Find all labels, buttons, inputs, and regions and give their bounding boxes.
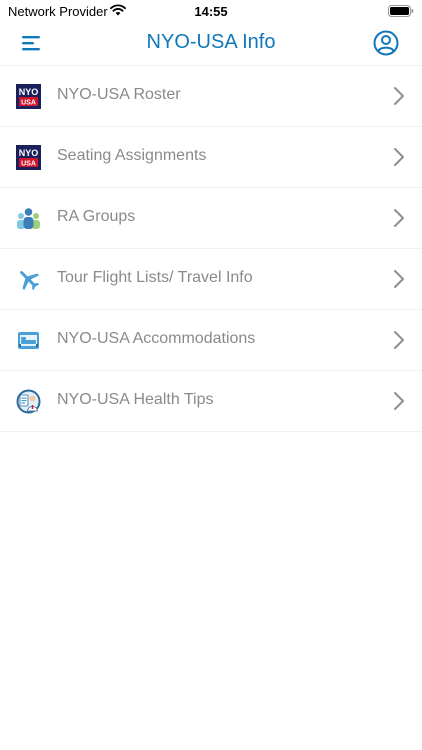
- list-item-accommodations[interactable]: NYO-USA Accommodations: [0, 310, 422, 371]
- list-item-label: RA Groups: [57, 208, 136, 225]
- nyo-usa-logo-icon: NYO USA: [16, 145, 41, 170]
- user-profile-icon[interactable]: [373, 30, 399, 56]
- status-bar: Network Provider 14:55: [0, 0, 422, 22]
- svg-text:NYO: NYO: [19, 148, 39, 158]
- chevron-right-icon: [394, 87, 404, 105]
- battery-icon: [388, 5, 414, 17]
- health-doctor-icon: [16, 389, 41, 414]
- svg-text:NYO: NYO: [19, 87, 39, 97]
- info-menu-list: NYO USA NYO-USA Roster NYO USA Seating A…: [0, 65, 422, 432]
- list-item-label: NYO-USA Roster: [57, 86, 181, 103]
- svg-text:USA: USA: [21, 100, 36, 107]
- page-title: NYO-USA Info: [146, 31, 276, 53]
- airplane-icon: [20, 271, 40, 291]
- list-item-label: NYO-USA Accommodations: [57, 330, 256, 347]
- chevron-right-icon: [394, 392, 404, 410]
- list-item-health-tips[interactable]: NYO-USA Health Tips: [0, 371, 422, 432]
- status-time: 14:55: [194, 4, 228, 19]
- chevron-right-icon: [394, 148, 404, 166]
- chevron-right-icon: [394, 209, 404, 227]
- nyo-usa-logo-icon: NYO USA: [16, 84, 41, 109]
- list-item-label: Tour Flight Lists/ Travel Info: [57, 269, 253, 286]
- chevron-right-icon: [394, 331, 404, 349]
- list-item-tour-flight-lists[interactable]: Tour Flight Lists/ Travel Info: [0, 249, 422, 310]
- svg-text:USA: USA: [21, 161, 36, 168]
- list-item-label: NYO-USA Health Tips: [57, 391, 214, 408]
- group-people-icon: [17, 208, 40, 229]
- navigation-bar: NYO-USA Info: [0, 22, 422, 64]
- chevron-right-icon: [394, 270, 404, 288]
- list-item-roster[interactable]: NYO USA NYO-USA Roster: [0, 66, 422, 127]
- list-item-ra-groups[interactable]: RA Groups: [0, 188, 422, 249]
- list-item-label: Seating Assignments: [57, 147, 207, 164]
- hotel-bed-icon: [18, 332, 39, 349]
- list-item-seating-assignments[interactable]: NYO USA Seating Assignments: [0, 127, 422, 188]
